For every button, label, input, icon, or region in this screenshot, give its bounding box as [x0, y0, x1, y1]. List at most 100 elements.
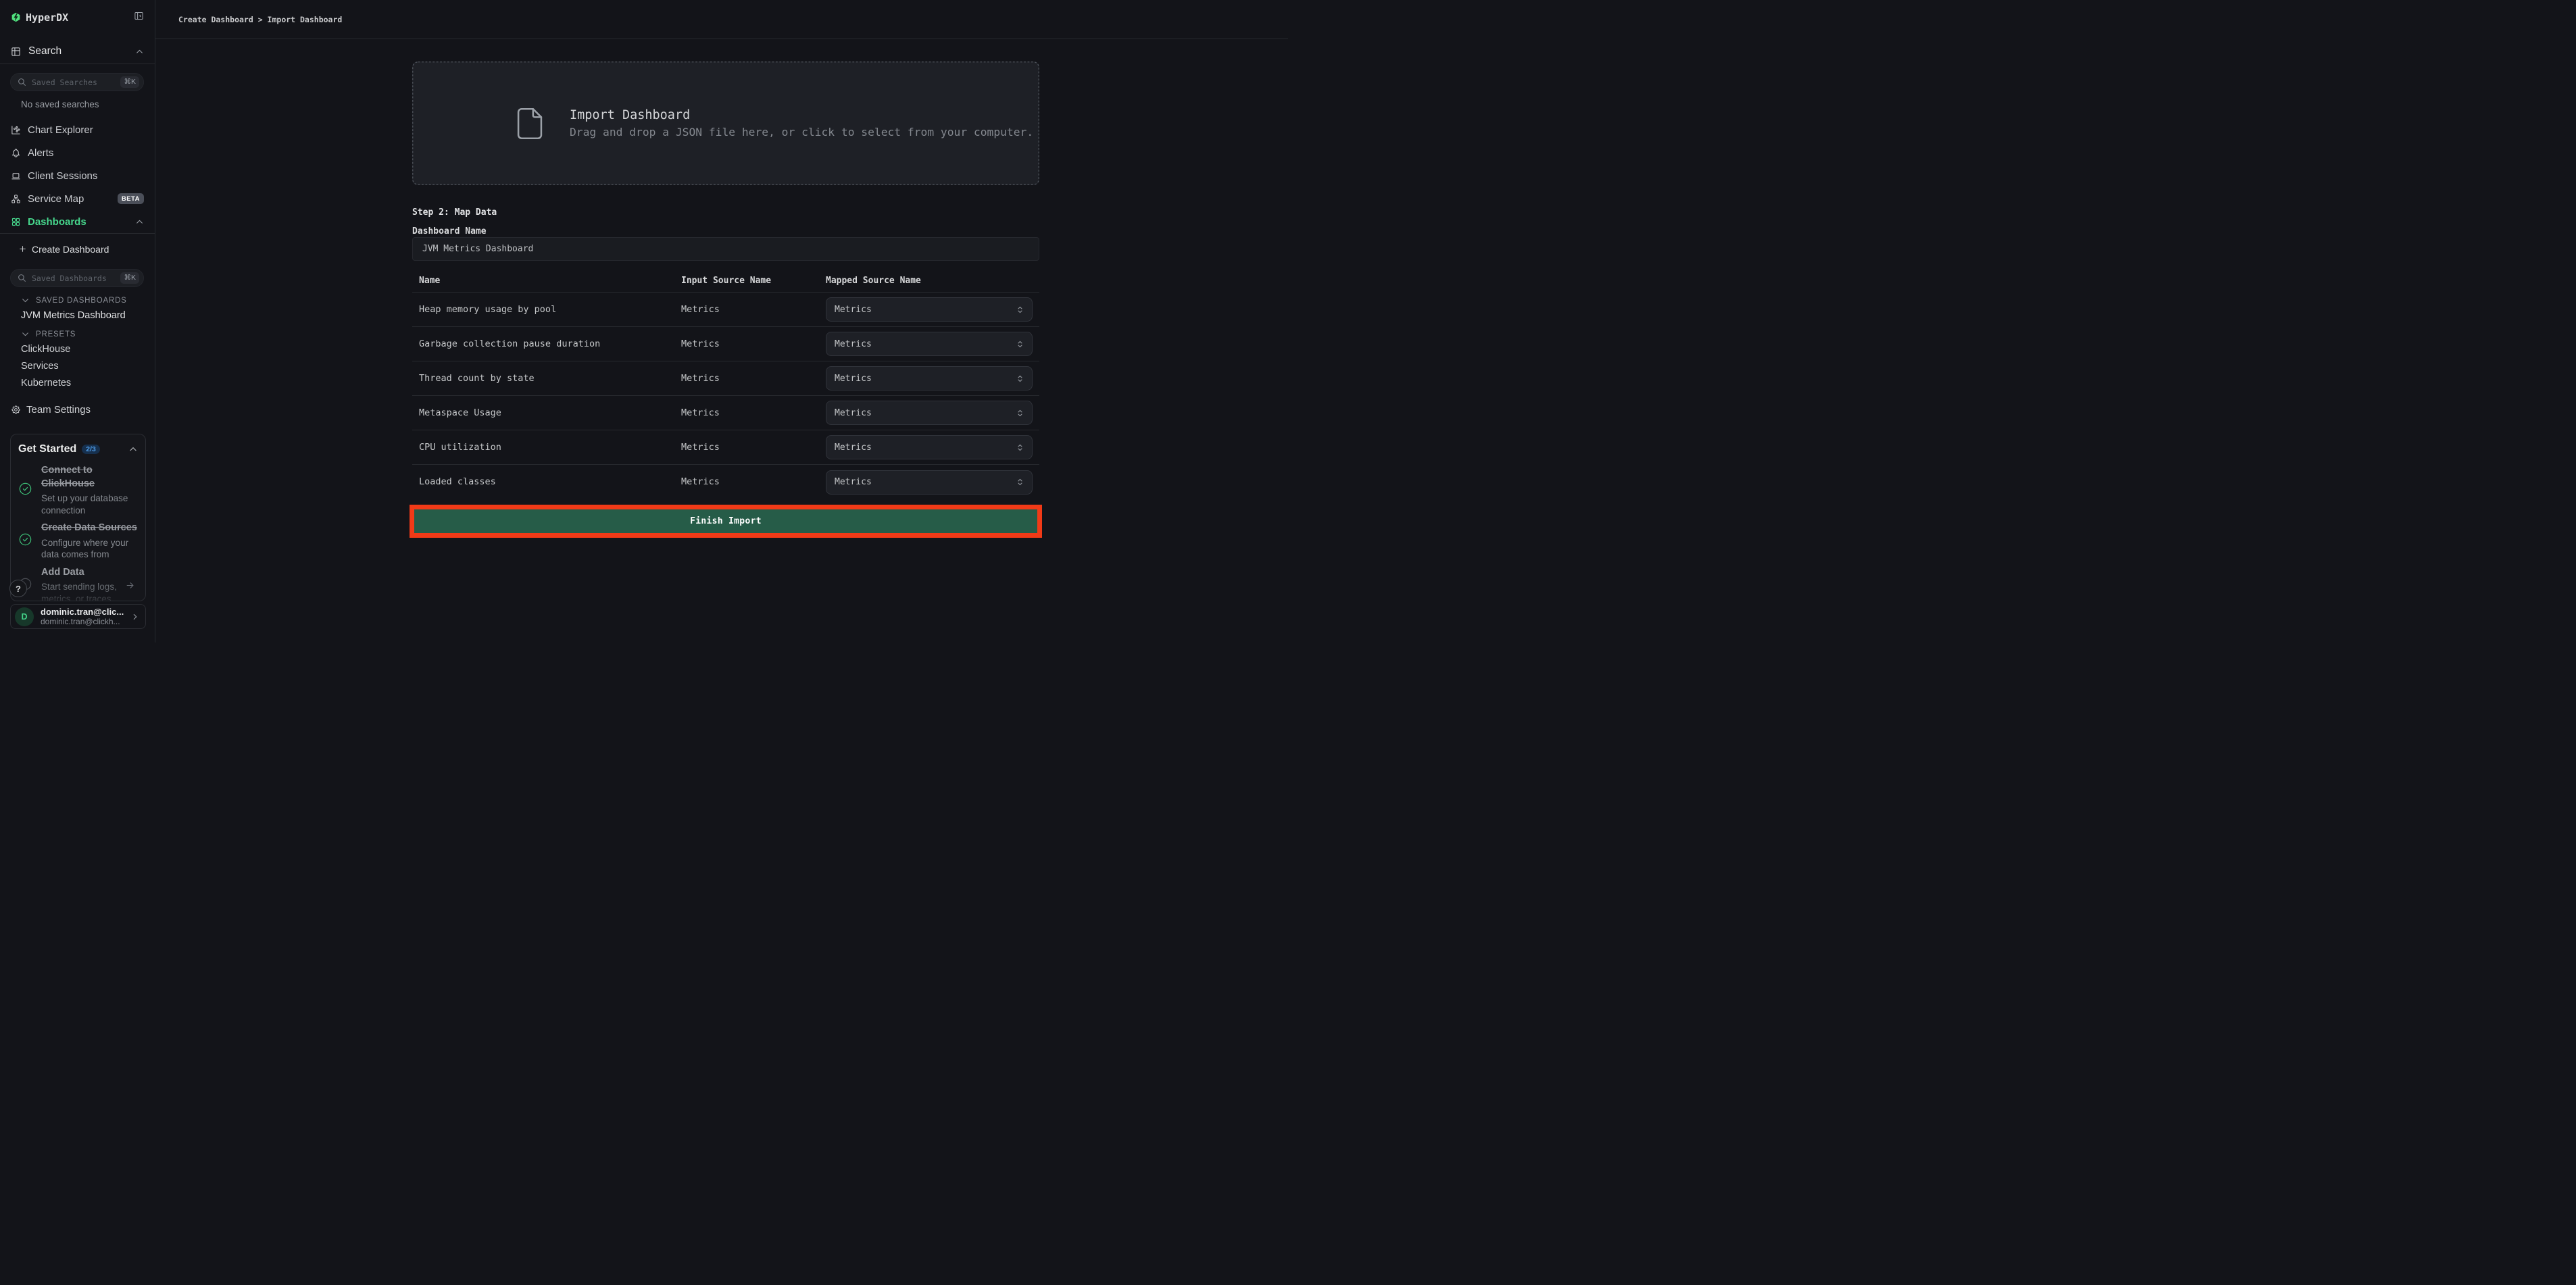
- chevron-up-icon[interactable]: [135, 47, 144, 56]
- logo-row: HyperDX: [0, 0, 155, 39]
- sidebar-item-label: Dashboards: [28, 216, 86, 228]
- selector-icon: [1015, 408, 1025, 418]
- sidebar-item-clickhouse[interactable]: ClickHouse: [0, 341, 155, 357]
- cell-name: Metaspace Usage: [412, 407, 674, 420]
- get-started-header[interactable]: Get Started 2/3: [18, 443, 138, 455]
- sidebar-item-label: Client Sessions: [28, 170, 97, 182]
- sidebar-item-team-settings[interactable]: Team Settings: [0, 398, 155, 421]
- file-icon: [510, 104, 549, 143]
- search-icon: [18, 78, 26, 86]
- progress-badge: 2/3: [82, 445, 100, 454]
- selector-icon: [1015, 443, 1025, 453]
- cell-input-source: Metrics: [674, 338, 826, 351]
- get-started-item-sources[interactable]: Create Data Sources Configure where your…: [18, 522, 138, 561]
- chevron-up-icon[interactable]: [128, 445, 138, 454]
- saved-searches-searchbox[interactable]: ⌘K: [10, 73, 144, 91]
- table-row: Loaded classes Metrics Metrics: [412, 465, 1039, 499]
- finish-import-button[interactable]: Finish Import: [412, 507, 1039, 535]
- sidebar-collapse-icon[interactable]: [134, 11, 144, 21]
- dashboard-name-input[interactable]: [412, 237, 1039, 261]
- select-value: Metrics: [835, 441, 872, 454]
- user-name: dominic.tran@clic...: [41, 607, 130, 617]
- get-started-title: Get Started: [18, 443, 76, 455]
- breadcrumb: Create Dashboard > Import Dashboard: [178, 15, 342, 24]
- dashboards-grid-icon: [11, 217, 21, 227]
- sidebar-item-client-sessions[interactable]: Client Sessions: [0, 164, 155, 187]
- search-section-icon: [11, 47, 21, 57]
- dropzone-title: Import Dashboard: [570, 107, 1033, 124]
- cell-name: Thread count by state: [412, 372, 674, 385]
- selector-icon: [1015, 374, 1025, 384]
- presets-section-header[interactable]: PRESETS: [21, 330, 144, 338]
- chevron-down-icon: [21, 330, 30, 338]
- select-value: Metrics: [835, 338, 872, 351]
- sidebar-item-search[interactable]: Search: [0, 39, 155, 64]
- selector-icon: [1015, 339, 1025, 349]
- table-row: Thread count by state Metrics Metrics: [412, 361, 1039, 396]
- select-value: Metrics: [835, 476, 872, 488]
- sidebar-item-service-map[interactable]: Service Map BETA: [0, 187, 155, 210]
- sitemap-icon: [11, 194, 21, 204]
- user-email: dominic.tran@clickh...: [41, 618, 130, 626]
- mapped-source-select[interactable]: Metrics: [826, 366, 1033, 390]
- get-started-item-title: Connect to ClickHouse: [41, 464, 138, 490]
- saved-searches-input[interactable]: [32, 78, 120, 87]
- avatar: D: [15, 607, 34, 626]
- select-value: Metrics: [835, 372, 872, 385]
- sidebar-item-jvm-metrics-dashboard[interactable]: JVM Metrics Dashboard: [0, 307, 155, 324]
- plus-icon: [18, 245, 27, 253]
- table-body: Heap memory usage by pool Metrics Metric…: [412, 293, 1039, 499]
- saved-dashboards-section-header[interactable]: SAVED DASHBOARDS: [21, 296, 144, 305]
- search-section-label: Search: [28, 45, 61, 57]
- get-started-item-connect[interactable]: Connect to ClickHouse Set up your databa…: [18, 464, 138, 516]
- sidebar-item-dashboards[interactable]: Dashboards: [0, 210, 155, 233]
- table-row: CPU utilization Metrics Metrics: [412, 430, 1039, 465]
- sidebar-item-services[interactable]: Services: [0, 357, 155, 374]
- sidebar-item-alerts[interactable]: Alerts: [0, 141, 155, 164]
- mapped-source-select[interactable]: Metrics: [826, 297, 1033, 322]
- dropzone-subtitle: Drag and drop a JSON file here, or click…: [570, 125, 1033, 139]
- mapped-source-select[interactable]: Metrics: [826, 401, 1033, 425]
- saved-dashboards-list: JVM Metrics Dashboard: [0, 307, 155, 324]
- check-circle-icon: [18, 532, 32, 547]
- sidebar: HyperDX Search ⌘K No saved searches: [0, 0, 155, 642]
- arrow-right-icon: [125, 580, 135, 590]
- shortcut-kbd: ⌘K: [120, 272, 139, 284]
- help-button[interactable]: ?: [9, 580, 27, 597]
- cell-input-source: Metrics: [674, 476, 826, 488]
- create-dashboard-label: Create Dashboard: [32, 244, 109, 255]
- mapped-source-select[interactable]: Metrics: [826, 332, 1033, 356]
- get-started-card: Get Started 2/3 Connect to ClickHouse Se…: [10, 434, 146, 601]
- mapped-source-select[interactable]: Metrics: [826, 435, 1033, 459]
- saved-dashboards-input[interactable]: [32, 274, 120, 283]
- table-row: Garbage collection pause duration Metric…: [412, 327, 1039, 361]
- get-started-item-desc: Set up your database connection: [41, 493, 138, 516]
- table-header-row: Name Input Source Name Mapped Source Nam…: [412, 273, 1039, 293]
- saved-dashboards-searchbox[interactable]: ⌘K: [10, 269, 144, 287]
- avatar-initial: D: [21, 612, 27, 622]
- section-header-label: PRESETS: [36, 330, 76, 338]
- column-header-input-source: Input Source Name: [674, 273, 826, 292]
- sidebar-item-kubernetes[interactable]: Kubernetes: [0, 374, 155, 391]
- cell-name: Loaded classes: [412, 476, 674, 488]
- team-settings-label: Team Settings: [26, 404, 91, 415]
- gear-icon: [11, 405, 21, 415]
- chevron-up-icon[interactable]: [135, 218, 144, 226]
- get-started-item-title: Add Data: [41, 566, 138, 580]
- create-dashboard-button[interactable]: Create Dashboard: [0, 238, 155, 260]
- mapped-source-select[interactable]: Metrics: [826, 470, 1033, 495]
- search-icon: [18, 274, 26, 282]
- cell-name: Garbage collection pause duration: [412, 338, 674, 351]
- sidebar-item-chart-explorer[interactable]: Chart Explorer: [0, 118, 155, 141]
- user-menu[interactable]: D dominic.tran@clic... dominic.tran@clic…: [10, 604, 146, 629]
- selector-icon: [1015, 477, 1025, 487]
- shortcut-kbd: ⌘K: [120, 76, 139, 88]
- dashboard-name-label: Dashboard Name: [412, 227, 1039, 236]
- cell-name: CPU utilization: [412, 441, 674, 454]
- chevron-right-icon: [130, 612, 140, 622]
- beta-badge: BETA: [118, 193, 144, 204]
- import-dropzone[interactable]: Import Dashboard Drag and drop a JSON fi…: [412, 61, 1039, 185]
- presets-list: ClickHouse Services Kubernetes: [0, 341, 155, 391]
- check-circle-icon: [18, 482, 32, 496]
- get-started-item-add-data[interactable]: Add Data Start sending logs, metrics, or…: [18, 566, 138, 602]
